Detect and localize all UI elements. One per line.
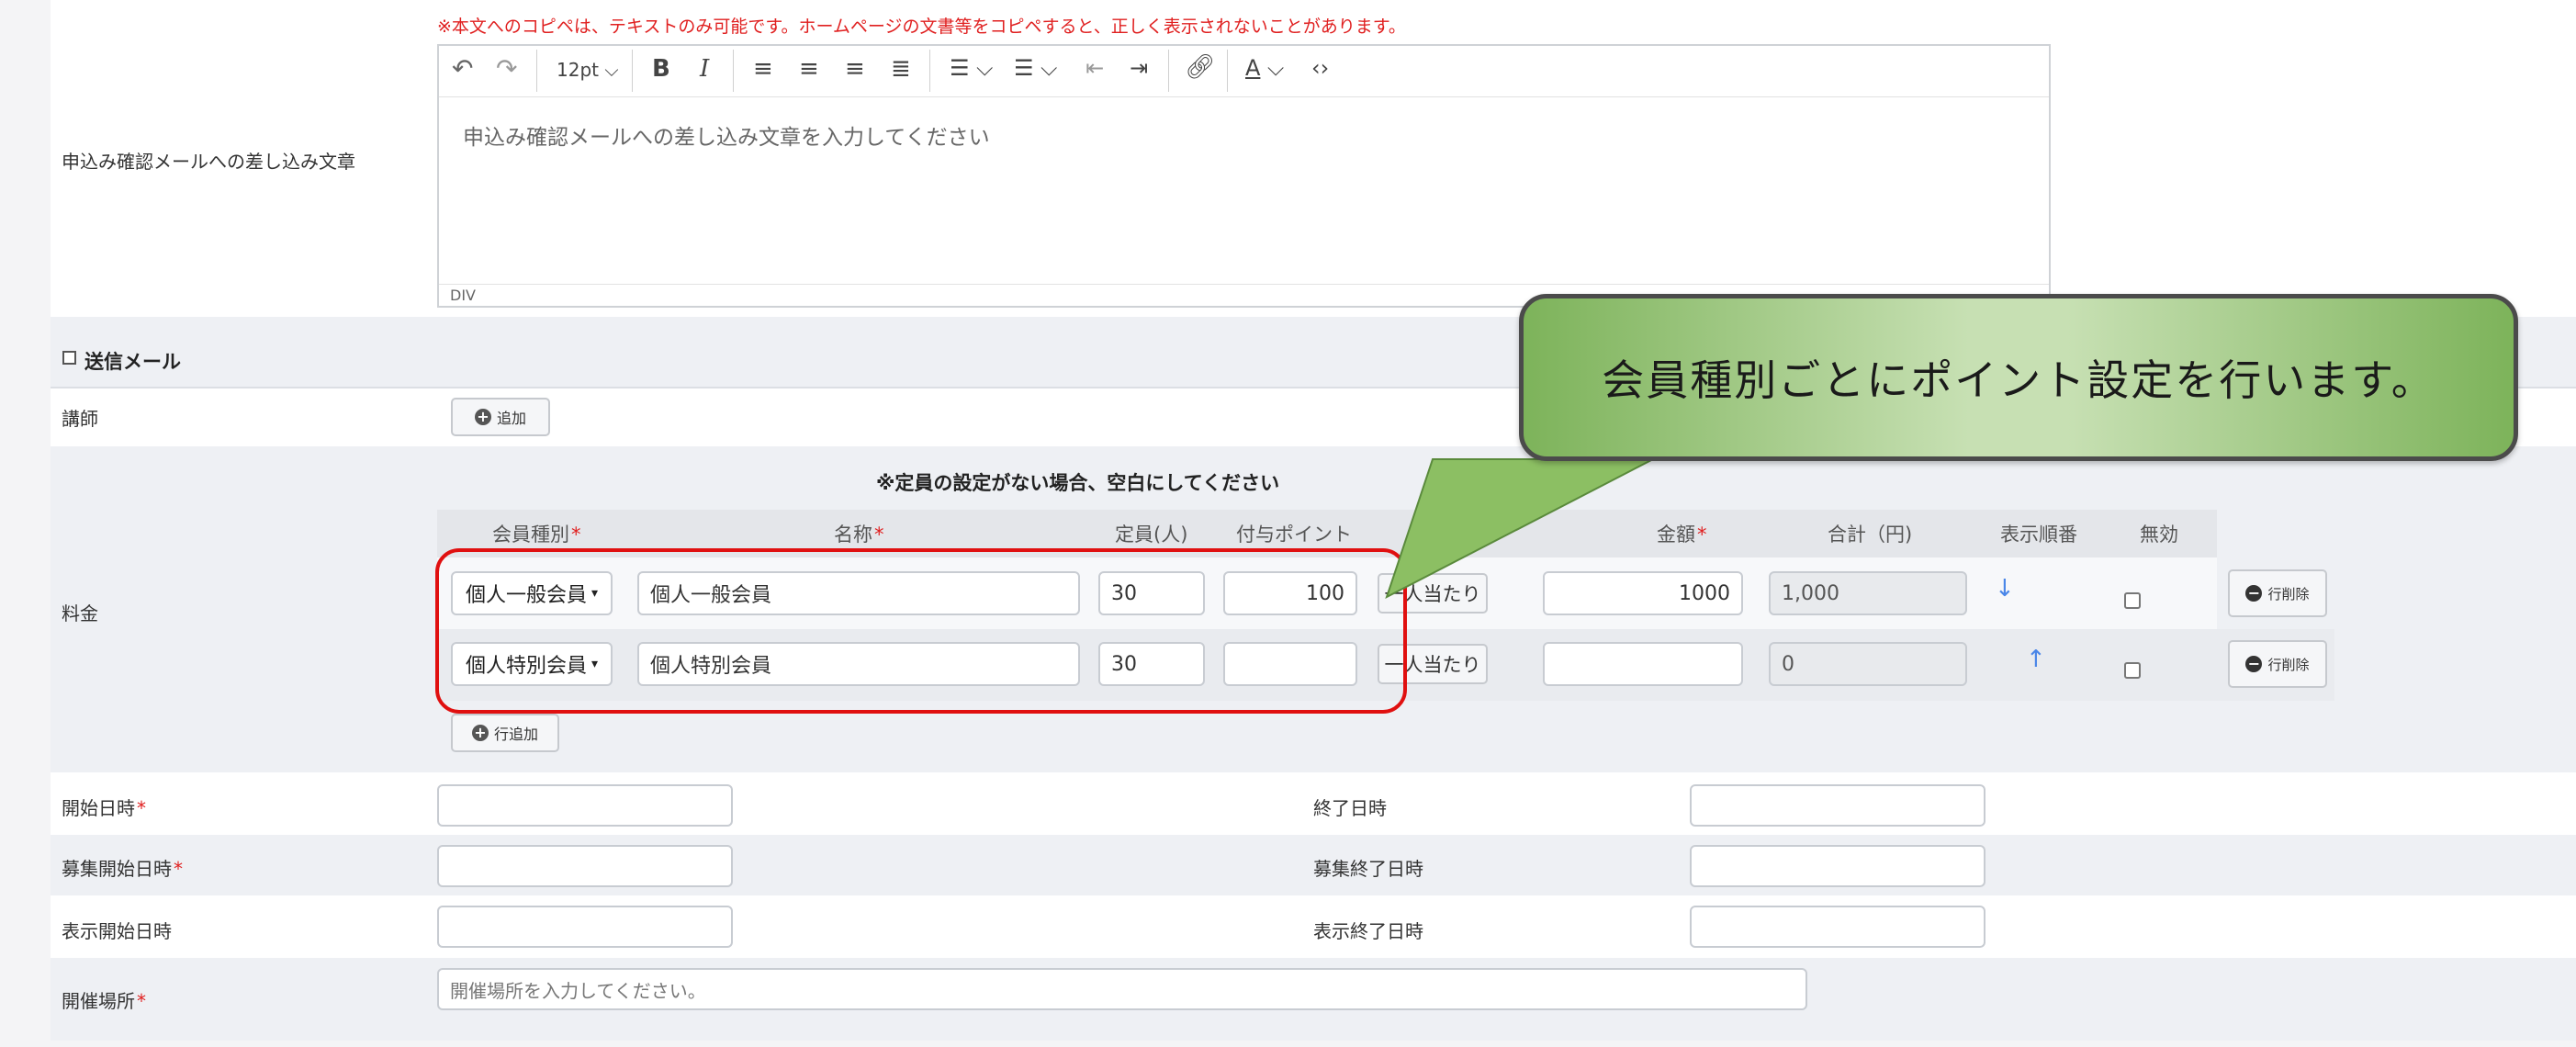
recruit-start-label: 募集開始日時 * [62,858,183,880]
rich-text-editor[interactable]: ↶ ↷ 12pt ⌵ B I ≡ ≡ ≡ ≣ ☰ ⌵ ☰ ⌵ ⇤ ⇥ 🔗︎ A … [437,44,2051,308]
delete-row-button[interactable]: − 行削除 [2228,569,2327,617]
header-order: 表示順番 [2000,524,2077,546]
instructor-label: 講師 [62,408,98,430]
end-datetime-label: 終了日時 [1313,797,1387,819]
copy-paste-notice: ※本文へのコピペは、テキストのみ可能です。ホームページの文書等をコピペすると、正… [437,17,1406,37]
source-code-icon[interactable]: ‹› [1311,55,1329,81]
venue-input[interactable]: 開催場所を入力してください。 [437,968,1807,1010]
start-datetime-label: 開始日時 * [62,797,146,819]
align-right-icon[interactable]: ≡ [845,55,865,83]
callout-bubble: 会員種別ごとにポイント設定を行います。 [1519,294,2518,461]
display-start-input[interactable] [437,906,733,948]
numbered-list-icon[interactable]: ☰ ⌵ [1014,55,1057,81]
highlight-box [435,548,1407,714]
editor-placeholder[interactable]: 申込み確認メールへの差し込み文章を入力してください [463,119,990,151]
redo-icon[interactable]: ↷ [496,53,517,84]
font-size-value: 12pt [557,59,599,81]
fees-note: ※定員の設定がない場合、空白にしてください [876,472,1280,494]
total-field: 0 [1769,642,1967,686]
plus-circle-icon: + [474,409,491,425]
header-member-type: 会員種別* [492,524,581,546]
delete-row-button[interactable]: − 行削除 [2228,640,2327,688]
align-left-icon[interactable]: ≡ [753,55,773,83]
add-row-label: 行追加 [493,726,538,743]
amount-input[interactable] [1543,642,1743,686]
display-end-input[interactable] [1690,906,1985,948]
align-center-icon[interactable]: ≡ [799,55,819,83]
undo-icon[interactable]: ↶ [452,53,473,84]
add-instructor-label: 追加 [496,410,526,427]
add-instructor-button[interactable]: + 追加 [451,398,550,436]
fees-label: 料金 [62,602,98,625]
add-row-button[interactable]: + 行追加 [451,714,559,752]
recruit-end-label: 募集終了日時 [1313,858,1423,880]
font-size-select[interactable]: 12pt ⌵ [557,59,619,81]
bullet-list-icon[interactable]: ☰ ⌵ [950,55,993,81]
minus-circle-icon: − [2245,585,2263,602]
callout-text: 会員種別ごとにポイント設定を行います。 [1602,355,2435,405]
header-points: 付与ポイント [1236,524,1352,546]
delete-row-label: 行削除 [2267,656,2310,673]
display-start-label: 表示開始日時 [62,920,172,942]
bold-icon[interactable]: B [652,55,670,83]
venue-label: 開催場所 * [62,990,146,1012]
end-datetime-input[interactable] [1690,784,1985,827]
send-mail-title: 送信メール [84,351,181,373]
disable-checkbox[interactable] [2124,592,2141,609]
editor-status-path: DIV [450,287,476,304]
send-mail-checkbox-icon[interactable] [62,351,76,365]
callout-pointer [1385,458,1654,600]
header-capacity: 定員(人) [1115,524,1188,546]
move-down-arrow-icon[interactable]: ↓ [1995,575,2015,602]
left-gutter [0,0,51,1047]
recruit-start-input[interactable] [437,845,733,887]
recruit-end-input[interactable] [1690,845,1985,887]
delete-row-label: 行削除 [2267,585,2310,602]
disable-checkbox[interactable] [2124,662,2141,679]
editor-toolbar [439,46,2049,97]
italic-icon[interactable]: I [700,55,709,83]
start-datetime-input[interactable] [437,784,733,827]
indent-icon[interactable]: ⇥ [1130,55,1148,81]
align-justify-icon[interactable]: ≣ [891,55,911,83]
link-icon[interactable]: 🔗︎ [1185,53,1215,81]
editor-row-label: 申込み確認メールへの差し込み文章 [62,151,355,173]
plus-circle-icon: + [471,725,489,741]
text-color-icon[interactable]: A ⌵ [1245,55,1284,81]
header-name: 名称* [834,524,884,546]
header-total: 合計（円) [1828,524,1913,546]
total-field: 1,000 [1769,571,1967,615]
display-end-label: 表示終了日時 [1313,920,1423,942]
outdent-icon[interactable]: ⇤ [1086,55,1104,81]
minus-circle-icon: − [2245,656,2263,672]
header-disable: 無効 [2140,524,2178,546]
move-up-arrow-icon[interactable]: ↑ [2026,646,2046,673]
